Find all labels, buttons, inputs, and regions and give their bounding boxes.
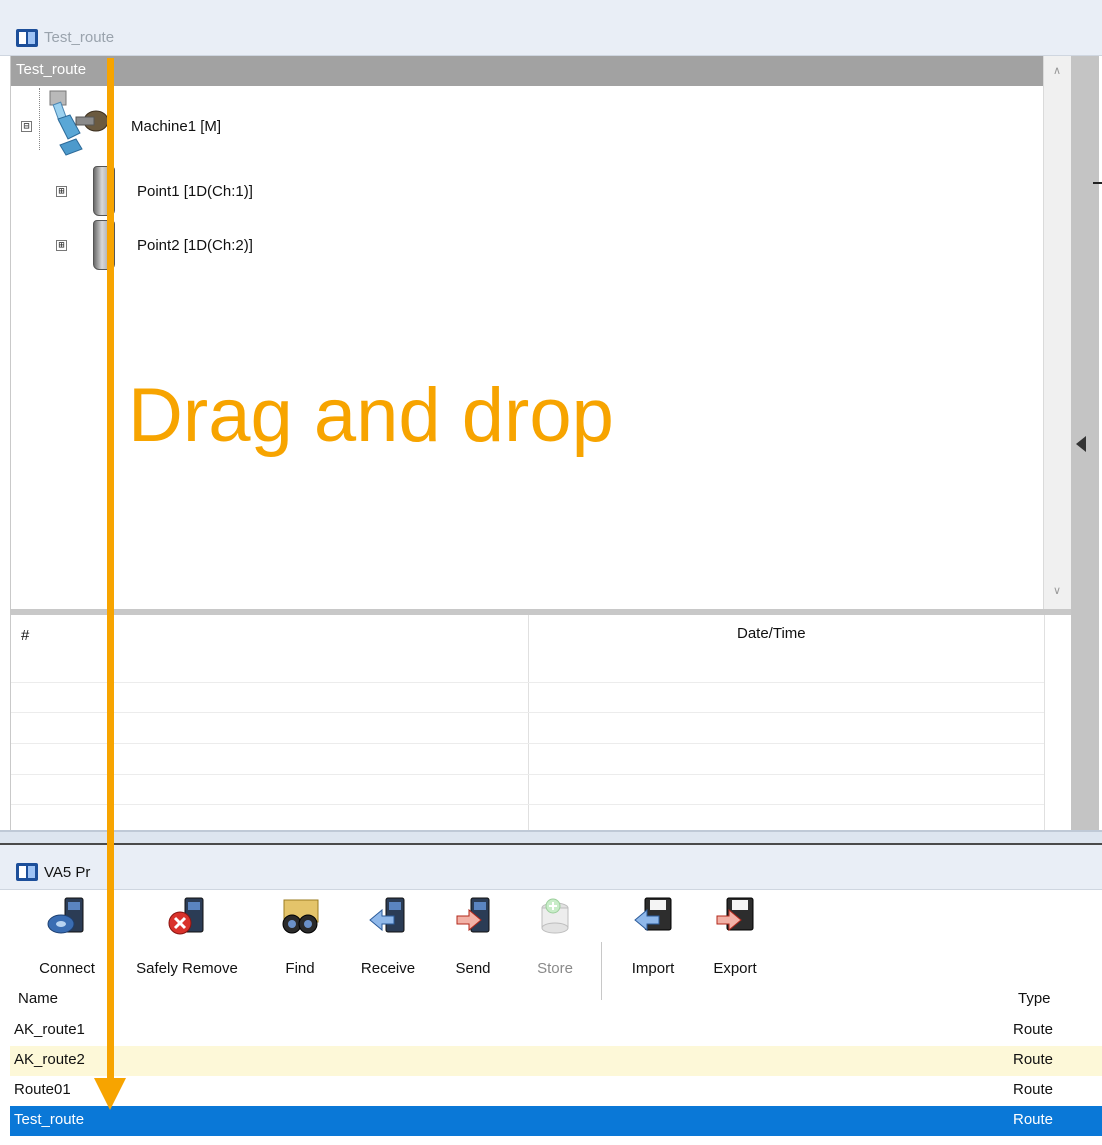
expand-icon[interactable]: ⊞ bbox=[56, 240, 67, 251]
grid-header-number[interactable]: # bbox=[21, 627, 29, 644]
grid-row[interactable] bbox=[11, 804, 1044, 805]
store-icon bbox=[541, 898, 569, 934]
export-icon bbox=[716, 897, 754, 932]
safely-remove-icon bbox=[168, 897, 204, 935]
expand-panel-arrow-icon[interactable] bbox=[1076, 436, 1086, 452]
measurement-grid[interactable]: # Date/Time bbox=[10, 615, 1071, 830]
machine-icon bbox=[49, 90, 109, 156]
row-name: AK_route1 bbox=[14, 1021, 85, 1038]
row-name: Test_route bbox=[14, 1111, 85, 1128]
export-label: Export bbox=[713, 960, 757, 977]
list-header-name[interactable]: Name bbox=[18, 990, 58, 1007]
window-gap bbox=[0, 830, 1102, 844]
sensor-icon bbox=[93, 166, 115, 216]
list-row-selected[interactable]: Test_route Route bbox=[10, 1106, 1102, 1136]
route-window-titlebar[interactable]: Test_route bbox=[0, 0, 1102, 56]
va5-window: VA5 Pr Connect Safely Remove Find Receiv… bbox=[0, 845, 1102, 1145]
receive-button[interactable]: Receive bbox=[350, 890, 426, 990]
grid-row[interactable] bbox=[11, 682, 1044, 683]
list-row[interactable]: AK_route1 Route bbox=[10, 1016, 1102, 1046]
tree-connector bbox=[39, 88, 40, 150]
scroll-down-icon[interactable]: ∨ bbox=[1053, 584, 1061, 597]
send-label: Send bbox=[455, 960, 491, 977]
receive-icon bbox=[369, 897, 405, 933]
export-button[interactable]: Export bbox=[700, 890, 770, 990]
row-type: Route bbox=[1013, 1051, 1054, 1068]
tree-scrollbar[interactable]: ∧ ∨ bbox=[1043, 56, 1071, 609]
grid-row[interactable] bbox=[11, 743, 1044, 744]
va5-window-titlebar[interactable]: VA5 Pr bbox=[0, 845, 1102, 890]
store-button[interactable]: Store bbox=[522, 890, 588, 990]
import-button[interactable]: Import bbox=[618, 890, 688, 990]
row-type: Route bbox=[1013, 1021, 1054, 1038]
route-tree[interactable]: Test_route ⊟ Machine1 [M] ⊞ Point1 [1D(C… bbox=[10, 56, 1044, 609]
connect-icon bbox=[47, 897, 84, 934]
connect-button[interactable]: Connect bbox=[22, 890, 112, 990]
collapse-icon[interactable]: ⊟ bbox=[21, 121, 32, 132]
drag-and-drop-annotation: Drag and drop bbox=[128, 373, 614, 458]
list-row[interactable]: AK_route2 Route bbox=[10, 1046, 1102, 1076]
tree-node-machine1[interactable]: Machine1 [M] bbox=[131, 118, 221, 135]
grid-row[interactable] bbox=[11, 712, 1044, 713]
safely-remove-button[interactable]: Safely Remove bbox=[122, 890, 252, 990]
grid-row[interactable] bbox=[11, 774, 1044, 775]
find-label: Find bbox=[285, 960, 315, 977]
toolbar: Connect Safely Remove Find Receive Send … bbox=[0, 890, 1102, 1000]
scroll-up-icon[interactable]: ∧ bbox=[1053, 64, 1061, 77]
row-name: Route01 bbox=[14, 1081, 71, 1098]
import-label: Import bbox=[631, 960, 675, 977]
row-type: Route bbox=[1013, 1081, 1054, 1098]
app-icon bbox=[16, 863, 38, 881]
store-label: Store bbox=[537, 960, 573, 977]
row-type: Route bbox=[1013, 1111, 1054, 1128]
tree-node-point2[interactable]: Point2 [1D(Ch:2)] bbox=[137, 237, 253, 254]
sensor-icon bbox=[93, 220, 115, 270]
receive-label: Receive bbox=[360, 960, 416, 977]
app-icon bbox=[16, 29, 38, 47]
connect-label: Connect bbox=[39, 960, 95, 977]
right-edge-marker bbox=[1093, 182, 1102, 184]
expand-icon[interactable]: ⊞ bbox=[56, 186, 67, 197]
grid-header-datetime[interactable]: Date/Time bbox=[737, 625, 806, 642]
route-window-title: Test_route bbox=[44, 29, 115, 46]
grid-divider bbox=[528, 615, 529, 830]
tree-node-point1[interactable]: Point1 [1D(Ch:1)] bbox=[137, 183, 253, 200]
tree-root-header[interactable]: Test_route bbox=[11, 56, 1044, 86]
safely-remove-label: Safely Remove bbox=[136, 960, 238, 977]
send-icon bbox=[456, 897, 490, 933]
send-button[interactable]: Send bbox=[440, 890, 506, 990]
import-icon bbox=[634, 897, 672, 932]
binoculars-icon bbox=[282, 899, 319, 934]
va5-window-title: VA5 Pr bbox=[44, 864, 91, 881]
route-list[interactable]: Name Type AK_route1 Route AK_route2 Rout… bbox=[0, 990, 1102, 1145]
find-button[interactable]: Find bbox=[268, 890, 332, 990]
row-name: AK_route2 bbox=[14, 1051, 85, 1068]
grid-divider bbox=[1044, 615, 1045, 830]
list-row[interactable]: Route01 Route bbox=[10, 1076, 1102, 1106]
list-header-type[interactable]: Type bbox=[1018, 990, 1051, 1007]
